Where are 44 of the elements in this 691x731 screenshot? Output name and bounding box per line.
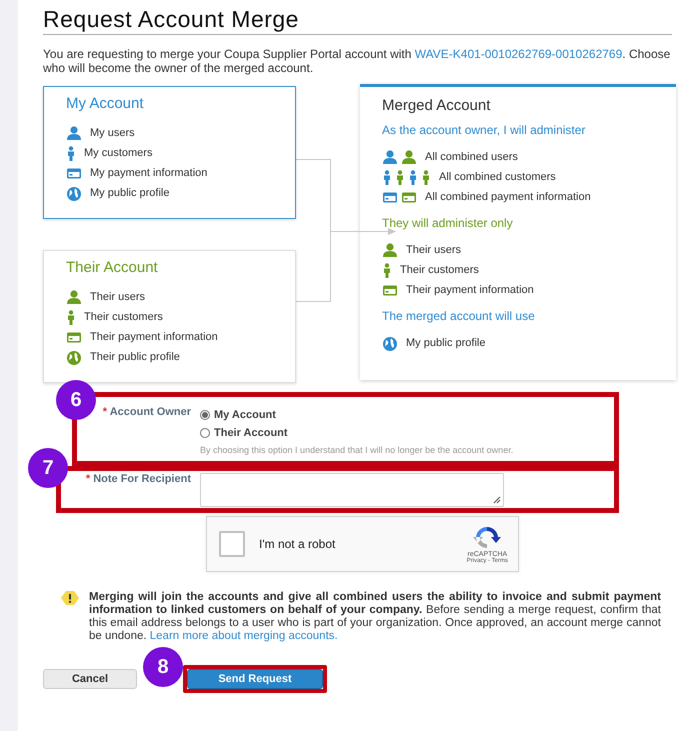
radio-button[interactable] bbox=[200, 410, 210, 420]
resize-grip-icon[interactable] bbox=[493, 496, 501, 504]
captcha-label: I'm not a robot bbox=[259, 537, 336, 551]
item-label: Their public profile bbox=[90, 351, 180, 363]
radio-option[interactable]: Their Account bbox=[200, 424, 614, 442]
cancel-button[interactable]: Cancel bbox=[43, 669, 137, 689]
item-label: My public profile bbox=[90, 187, 170, 199]
recaptcha-logo-icon bbox=[472, 524, 502, 550]
item-label: Their payment information bbox=[406, 284, 534, 296]
section-heading: They will administer only bbox=[382, 216, 514, 230]
intro-text: You are requesting to merge your Coupa Supplier Portal account with WAVE-K401-0010262769-0010262769. Choose who will become the owner of the merged account. bbox=[43, 47, 672, 75]
account-link[interactable]: WAVE-K401-0010262769-0010262769 bbox=[414, 47, 622, 61]
step-badge: 8 bbox=[143, 647, 183, 687]
item-label: Their customers bbox=[84, 311, 163, 323]
warning-text: Merging will join the accounts and give all combined users the ability to invoice and submit payment information to linked customers on behalf of your company. Before sending a merge request, confirm that this email address belongs to a user who is part of your organization. Once approved, an account merge cannot be undone. Learn more about merging accounts. bbox=[89, 591, 661, 643]
item-label: All combined users bbox=[425, 151, 518, 163]
hint-text: By choosing this option I understand that I will no longer be the account owner. bbox=[200, 445, 514, 455]
send-button[interactable]: Send Request bbox=[187, 669, 323, 689]
item-label: Their payment information bbox=[90, 331, 218, 343]
item-label: All combined payment information bbox=[425, 191, 591, 203]
learn-more-link[interactable]: Learn more about merging accounts. bbox=[150, 630, 338, 642]
page-title: Request Account Merge bbox=[43, 6, 672, 35]
note-field[interactable] bbox=[200, 473, 504, 507]
step-badge: 7 bbox=[28, 448, 68, 488]
item-label: My users bbox=[90, 127, 135, 139]
field-label: * Note For Recipient bbox=[86, 473, 191, 487]
captcha-checkbox[interactable] bbox=[219, 531, 245, 557]
section-heading: As the account owner, I will administer bbox=[382, 123, 586, 137]
step-badge: 6 bbox=[56, 380, 96, 420]
radio-button[interactable] bbox=[200, 428, 210, 438]
field-label: * Account Owner bbox=[102, 406, 191, 420]
item-label: My customers bbox=[84, 147, 152, 159]
item-label: Their users bbox=[406, 244, 462, 256]
card-title: Their Account bbox=[66, 259, 159, 276]
card-title: Merged Account bbox=[382, 97, 492, 114]
item-label: My public profile bbox=[406, 337, 486, 349]
item-label: My payment information bbox=[90, 167, 208, 179]
item-label: Their users bbox=[90, 291, 146, 303]
card-title: My Account bbox=[66, 95, 145, 112]
warning-icon bbox=[61, 591, 79, 605]
item-label: Their customers bbox=[400, 264, 479, 276]
item-label: All combined customers bbox=[439, 171, 556, 183]
section-heading: The merged account will use bbox=[382, 309, 536, 323]
radio-option[interactable]: My Account bbox=[200, 406, 614, 424]
